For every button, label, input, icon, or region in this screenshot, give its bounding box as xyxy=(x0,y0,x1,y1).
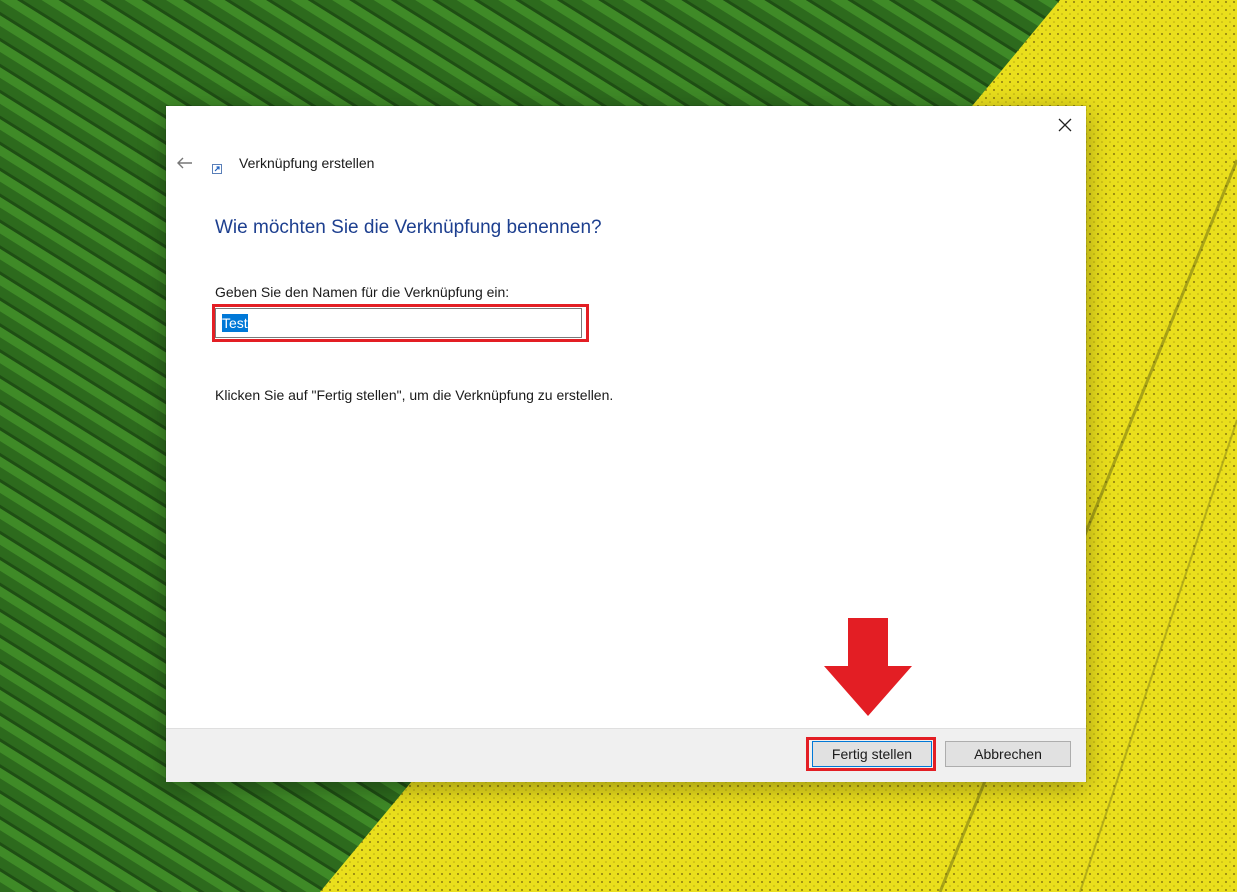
red-down-arrow-icon xyxy=(824,618,912,716)
page-heading: Wie möchten Sie die Verknüpfung benennen… xyxy=(215,217,602,238)
finish-hint-text: Klicken Sie auf "Fertig stellen", um die… xyxy=(215,387,614,403)
dialog-footer: Fertig stellen Abbrechen xyxy=(166,728,1086,782)
selected-text: Test xyxy=(222,314,248,332)
name-field-label: Geben Sie den Namen für die Verknüpfung … xyxy=(215,284,510,300)
back-button[interactable] xyxy=(174,152,196,174)
wizard-title: Verknüpfung erstellen xyxy=(239,155,375,171)
close-button[interactable] xyxy=(1050,110,1080,140)
shortcut-name-input[interactable]: Test xyxy=(215,308,582,338)
back-arrow-icon xyxy=(177,157,192,169)
shortcut-icon xyxy=(212,164,222,174)
close-icon xyxy=(1058,118,1072,132)
cancel-button[interactable]: Abbrechen xyxy=(945,741,1071,767)
create-shortcut-dialog: Verknüpfung erstellen Wie möchten Sie di… xyxy=(166,106,1086,782)
finish-button[interactable]: Fertig stellen xyxy=(812,741,932,767)
